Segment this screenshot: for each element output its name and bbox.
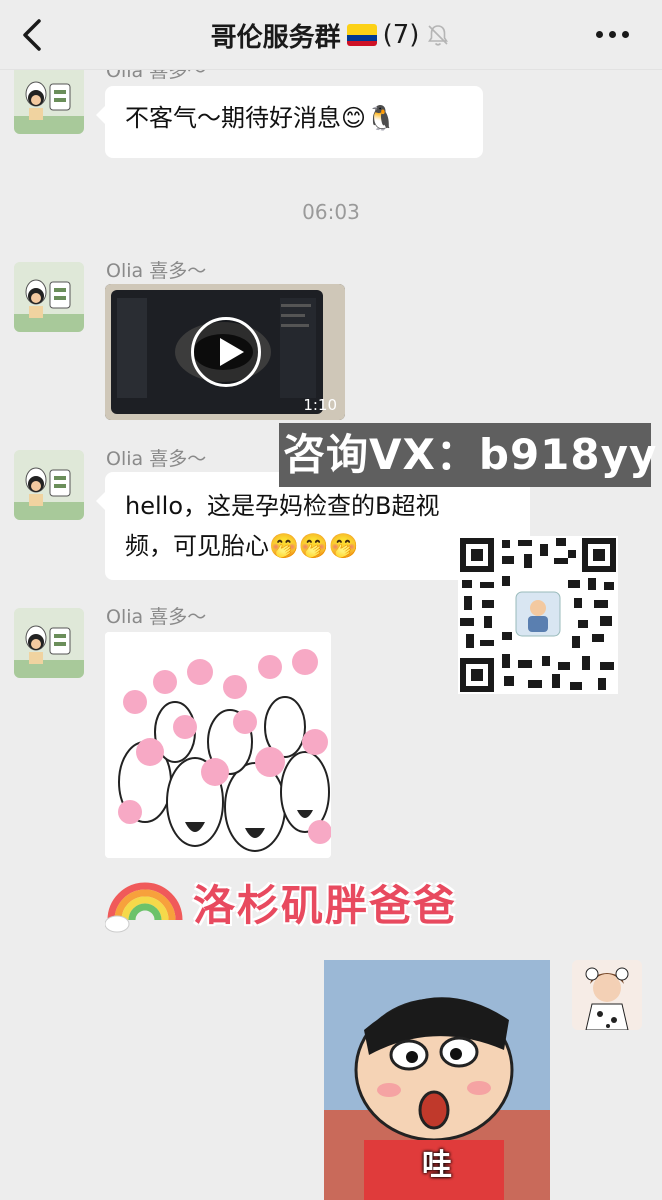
timestamp: 06:03 <box>302 200 360 224</box>
qr-code-icon <box>458 536 618 694</box>
chat-header: 哥伦服务群 (7) <box>0 0 662 70</box>
rainbow-sticker[interactable]: 洛杉矶胖爸爸 <box>104 860 505 940</box>
avatar[interactable] <box>14 608 84 678</box>
sender-name: Olia 喜多～ <box>106 260 207 282</box>
avatar[interactable] <box>14 64 84 134</box>
shinchan-sticker[interactable]: 哇 <box>324 960 550 1200</box>
chat-title-group[interactable]: 哥伦服务群 (7) <box>0 0 662 70</box>
sticker-caption: 哇 <box>422 1148 452 1183</box>
avatar[interactable] <box>14 262 84 332</box>
self-avatar[interactable] <box>572 960 642 1030</box>
sender-name: Olia 喜多～ <box>106 606 207 628</box>
avatar[interactable] <box>14 450 84 520</box>
video-duration: 1:10 <box>303 396 337 414</box>
text-message[interactable]: 不客气～期待好消息😊🐧 <box>96 86 483 158</box>
video-message[interactable]: 1:10 <box>105 284 345 420</box>
member-count: (7) <box>382 20 420 50</box>
play-icon[interactable] <box>191 317 261 387</box>
message-text-line: hello，这是孕妈检查的B超视 <box>125 492 440 520</box>
sender-name: Olia 喜多～ <box>106 448 207 470</box>
rainbow-icon <box>104 882 183 933</box>
bell-muted-icon <box>428 25 449 46</box>
more-dots-icon[interactable] <box>596 24 636 44</box>
watermark-text: 咨询VX：b918yy <box>279 423 656 487</box>
sticker-text: 洛杉矶胖爸爸 <box>193 881 458 930</box>
chat-title: 哥伦服务群 <box>210 22 341 53</box>
cheering-crowd-sticker[interactable] <box>105 632 331 858</box>
message-text-line: 频，可见胎心🤭🤭🤭 <box>125 532 359 560</box>
message-text: 不客气～期待好消息😊🐧 <box>125 104 396 132</box>
colombia-flag-icon <box>346 24 377 46</box>
